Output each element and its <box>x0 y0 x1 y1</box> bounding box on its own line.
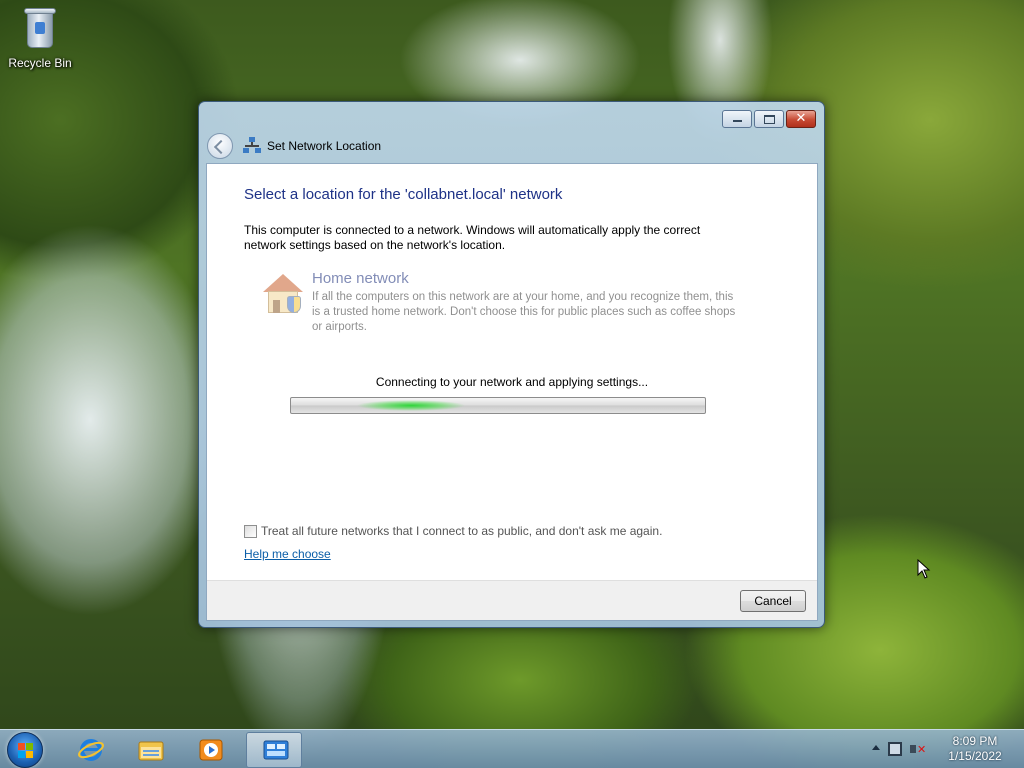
cancel-button[interactable]: Cancel <box>740 590 806 612</box>
windows-explorer-icon <box>138 741 164 761</box>
close-icon: ✕ <box>795 111 807 126</box>
tray-network-icon[interactable] <box>888 742 902 756</box>
public-networks-checkbox-label: Treat all future networks that I connect… <box>261 524 663 538</box>
home-network-title: Home network <box>312 270 409 287</box>
public-networks-checkbox[interactable] <box>244 524 257 538</box>
windows-start-icon <box>18 743 34 759</box>
public-networks-checkbox-row[interactable]: Treat all future networks that I connect… <box>244 524 662 538</box>
taskbar-windows-explorer[interactable] <box>122 732 178 768</box>
home-network-option[interactable]: Home network If all the computers on thi… <box>259 270 739 340</box>
title-nav-bar: Set Network Location <box>207 132 381 160</box>
volume-muted-icon[interactable]: ✕ <box>910 741 926 757</box>
dialog-content: Select a location for the 'collabnet.loc… <box>206 163 818 621</box>
recycle-bin-desktop-icon[interactable]: Recycle Bin <box>4 6 76 70</box>
caption-buttons: ✕ <box>722 110 816 128</box>
taskbar-internet-explorer[interactable] <box>62 732 118 768</box>
clock-time: 8:09 PM <box>952 734 998 748</box>
minimize-icon <box>733 120 742 122</box>
page-title: Select a location for the 'collabnet.loc… <box>244 186 563 203</box>
show-hidden-icons-arrow[interactable] <box>872 745 880 750</box>
maximize-button[interactable] <box>754 110 784 128</box>
clock-date: 1/15/2022 <box>948 749 1002 763</box>
network-icon <box>243 137 261 155</box>
minimize-button[interactable] <box>722 110 752 128</box>
home-network-description: If all the computers on this network are… <box>312 291 736 333</box>
progress-bar <box>290 397 706 414</box>
progress-marquee <box>351 398 471 413</box>
page-description: This computer is connected to a network.… <box>244 223 701 252</box>
window-title: Set Network Location <box>267 139 382 153</box>
recycle-bin-icon <box>23 6 57 50</box>
taskbar: ✕ 8:09 PM 1/15/2022 <box>0 729 1024 768</box>
recycle-bin-label: Recycle Bin <box>8 56 72 70</box>
back-button[interactable] <box>207 133 233 159</box>
system-tray: ✕ 8:09 PM 1/15/2022 <box>864 730 1024 768</box>
network-settings-icon <box>263 740 289 760</box>
start-button[interactable] <box>7 732 43 768</box>
taskbar-network-settings[interactable] <box>246 732 302 768</box>
maximize-icon <box>764 115 775 124</box>
status-text: Connecting to your network and applying … <box>375 375 649 389</box>
taskbar-media-player[interactable] <box>182 732 238 768</box>
internet-explorer-icon <box>78 739 104 761</box>
media-player-icon <box>199 739 223 761</box>
clock[interactable]: 8:09 PM 1/15/2022 <box>934 734 1016 764</box>
help-me-choose-link[interactable]: Help me choose <box>244 547 331 561</box>
close-button[interactable]: ✕ <box>786 110 816 128</box>
set-network-location-window: ✕ Set Network Location Select a location… <box>198 101 825 628</box>
dialog-footer: Cancel <box>207 580 817 620</box>
home-network-icon <box>259 274 305 316</box>
